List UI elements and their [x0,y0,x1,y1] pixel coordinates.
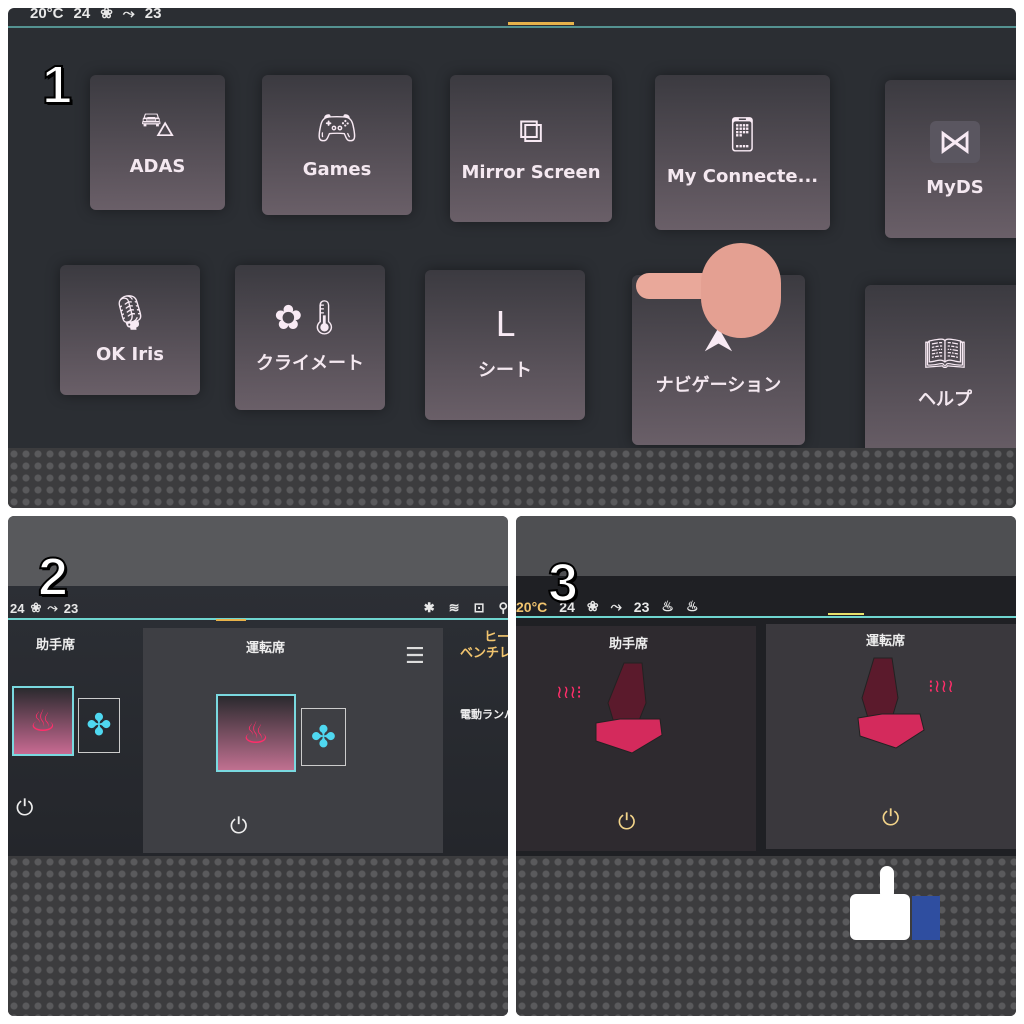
car-icon: ⛍ [139,105,176,145]
app-mirror-screen[interactable]: ⧉ Mirror Screen [450,75,612,222]
dashboard-trim [8,448,1016,508]
passenger-seat-vent-button[interactable]: ✤ [78,698,120,753]
passenger-label: 助手席 [36,638,76,653]
app-ok-iris[interactable]: 🎙︎ OK Iris [60,265,200,395]
seat-heat-icon: ♨ [29,703,57,739]
driver-power-button[interactable]: ⏻ [230,816,247,838]
phone-signal-icon: 📱︎ [720,115,765,155]
app-label: Mirror Screen [461,162,601,183]
driver-heat-level-icon[interactable]: ⁝≀≀≀ [928,676,954,697]
left-temp[interactable]: 24 [74,8,91,22]
driver-seat-vent-button[interactable]: ✤ [301,708,346,766]
drag-handle[interactable] [508,22,574,25]
passenger-power-button[interactable]: ⏻ [618,812,635,834]
thumbs-up-sticker [850,866,942,942]
status-bar: 20°C 24 ❀ ⤳ 23 ♨ ♨ [516,598,699,615]
app-my-connected[interactable]: 📱︎ My Connecte... [655,75,830,230]
app-label: シート [478,360,532,381]
right-temp[interactable]: 23 [145,8,162,22]
drag-handle[interactable] [828,613,864,615]
passenger-seat-heat-button[interactable]: ♨ [12,686,74,756]
bluetooth-icon: ✱ [423,600,435,615]
app-games[interactable]: 🎮︎ Games [262,75,412,215]
status-icons: ✱ ≋ ⊡ ⚲ [424,600,508,616]
status-bar: 20°C 24 ❀ ⤳ 23 [30,8,161,22]
left-temp[interactable]: 24 [10,601,24,616]
passenger-heat-level-icon[interactable]: ≀≀≀⁝ [556,682,582,703]
airflow-icon[interactable]: ⤳ [611,598,622,615]
driver-power-button[interactable]: ⏻ [882,808,899,830]
driver-label: 運転席 [866,634,906,649]
passenger-label: 助手席 [609,637,649,652]
dashboard-top [8,516,508,586]
wifi-icon: ≋ [448,600,460,615]
drag-handle[interactable] [216,619,246,621]
seat-icon: ᒪ [495,305,515,345]
passenger-seat-image[interactable] [594,661,664,761]
seat-heat-status-icon[interactable]: ♨ [686,598,699,615]
dashboard-top [516,516,1016,576]
seat-heat-status-icon[interactable]: ♨ [661,598,674,615]
app-label: MyDS [926,176,984,198]
outside-temp: 20°C [516,598,548,615]
app-label: クライメート [256,352,364,374]
app-label: ナビゲーション [655,375,782,396]
side-item-ventilation[interactable]: ベンチレ [460,642,508,661]
app-climate[interactable]: ✿🌡︎ クライメート [235,265,385,410]
pointing-hand-sticker [636,233,781,343]
book-info-icon: 📖︎ [923,333,967,374]
seat-heat-icon: ♨ [242,715,270,751]
step-number: 3 [547,552,579,614]
step-number: 2 [37,546,69,608]
app-label: Games [302,158,372,180]
fan-thermometer-icon: ✿🌡︎ [274,297,346,338]
menu-icon[interactable]: ☰ [405,644,425,669]
status-divider [516,616,1016,618]
app-seat[interactable]: ᒪ シート [425,270,585,420]
4g-icon: ⊡ [473,600,485,615]
airflow-icon[interactable]: ⤳ [123,8,135,22]
location-icon: ⚲ [498,600,508,615]
app-label: ヘルプ [918,388,972,410]
driver-seat-heat-button[interactable]: ♨ [216,694,296,772]
fan-icon[interactable]: ❀ [587,598,599,615]
fan-icon[interactable]: ❀ [100,8,113,22]
seat-vent-icon: ✤ [86,708,112,743]
microphone-icon: 🎙︎ [108,292,152,333]
side-item-lumbar[interactable]: 電動ランバ [460,706,508,722]
app-adas[interactable]: ⛍ ADAS [90,75,225,210]
app-help[interactable]: 📖︎ ヘルプ [865,285,1016,462]
ds-logo-icon: ⋈ [930,120,980,163]
driver-seat-image[interactable] [856,656,926,756]
seat-vent-icon: ✤ [310,719,337,755]
mirror-screen-icon: ⧉ [518,111,544,151]
status-divider [8,618,508,620]
status-divider [8,26,1016,28]
outside-temp: 20°C [30,8,64,22]
app-label: ADAS [129,156,186,177]
panel-seat-settings-before: 24 ❀ ⤳ 23 ✱ ≋ ⊡ ⚲ 2 助手席 運転席 ☰ ヒー ベンチレ 電動… [8,516,508,1016]
app-myds[interactable]: ⋈ MyDS [885,80,1016,238]
driver-label: 運転席 [246,641,286,656]
passenger-power-button[interactable]: ⏻ [16,798,33,820]
panel-seat-settings-after: 20°C 24 ❀ ⤳ 23 ♨ ♨ 3 助手席 運転席 ≀≀≀⁝ ⁝≀≀≀ ⏻… [516,516,1016,1016]
app-label: My Connecte... [666,166,819,187]
right-temp[interactable]: 23 [634,599,650,615]
dashboard-trim [8,856,508,1016]
gamepad-icon: 🎮︎ [315,107,359,148]
panel-app-launcher: 20°C 24 ❀ ⤳ 23 1 ⛍ ADAS 🎮︎ Games ⧉ Mirror S… [8,8,1016,508]
step-number: 1 [41,54,73,116]
app-label: OK Iris [96,343,164,365]
